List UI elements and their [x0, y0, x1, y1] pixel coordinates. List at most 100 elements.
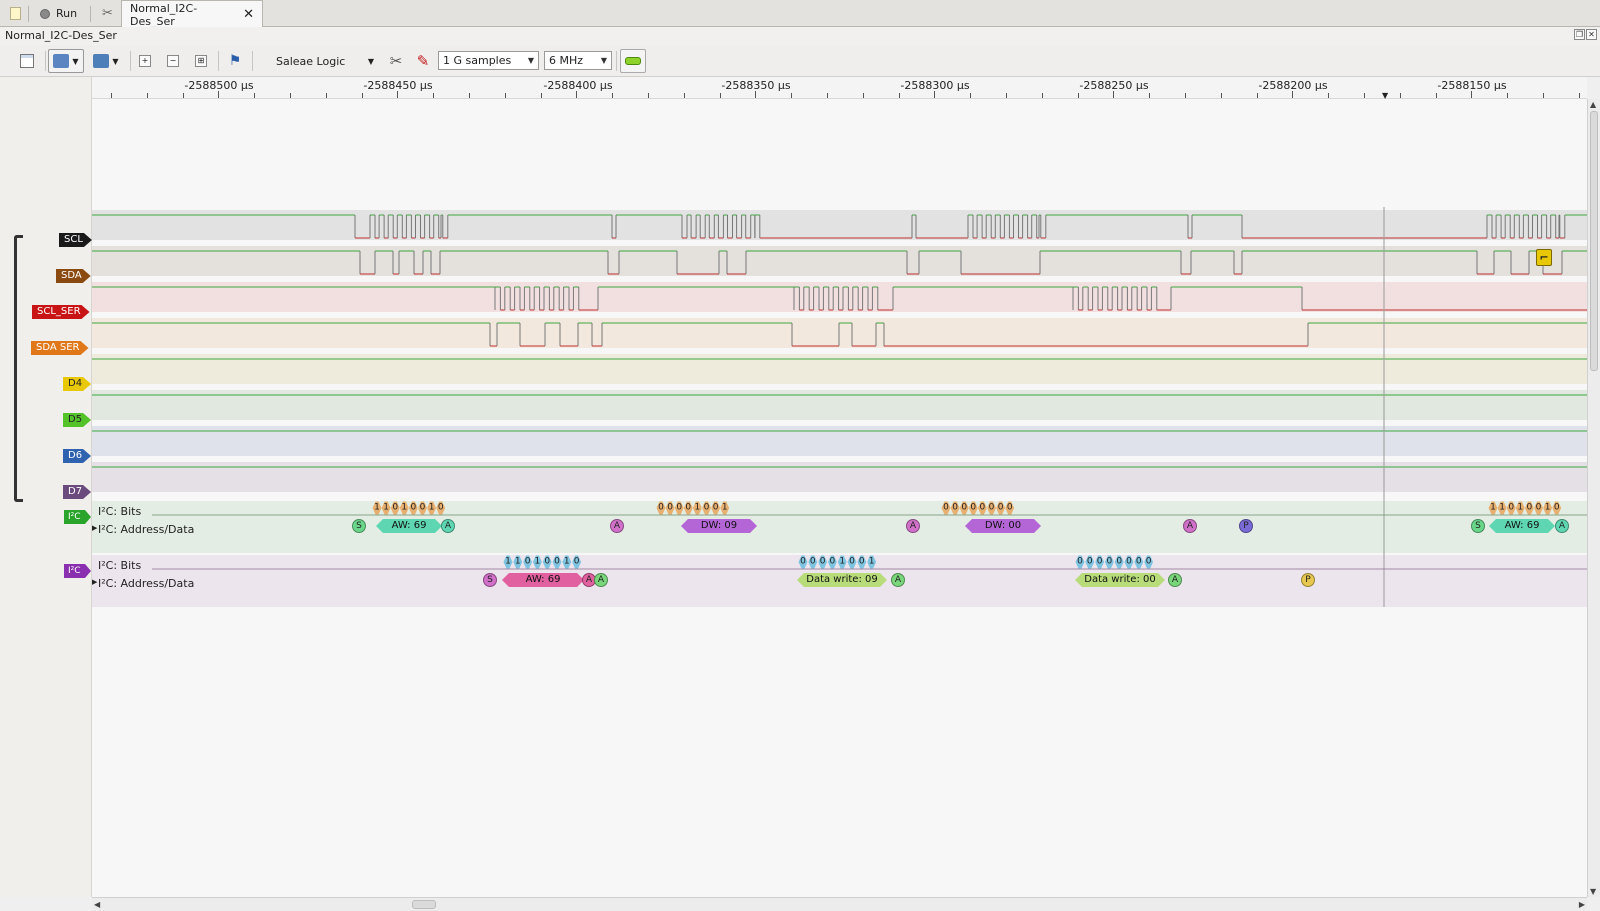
- channel-label-sda-ser[interactable]: SDA SER: [31, 341, 89, 355]
- session-title: Normal_I2C-Des_Ser: [0, 27, 1600, 45]
- ruler-tick: [612, 93, 614, 98]
- tab-session[interactable]: Normal_I2C-Des_Ser ✕: [121, 0, 263, 28]
- data-frame[interactable]: DW: 09: [681, 519, 757, 533]
- data-frame[interactable]: DW: 00: [965, 519, 1041, 533]
- data-frame[interactable]: Data write: 09: [797, 573, 887, 587]
- markers-button[interactable]: ⚑: [224, 49, 246, 73]
- ruler-tick: [361, 93, 363, 98]
- ack-marker[interactable]: A: [610, 519, 624, 533]
- open-icon: [53, 54, 70, 68]
- probe-button[interactable]: ✎: [412, 49, 434, 73]
- close-icon[interactable]: ✕: [243, 7, 254, 22]
- horizontal-scrollbar[interactable]: ◀ ▶: [92, 897, 1587, 911]
- ruler-tick: [576, 91, 578, 98]
- ack-marker[interactable]: A: [1555, 519, 1569, 533]
- analyzer-2-data-label: I²C: Address/Data: [98, 577, 195, 590]
- expand-arrow-icon[interactable]: ▶: [92, 524, 97, 532]
- ruler-tick: [469, 93, 470, 98]
- tools-icon: ✂: [102, 6, 113, 21]
- ruler-tick: [755, 91, 757, 98]
- ruler-tick: [1149, 93, 1151, 98]
- vertical-scroll-thumb[interactable]: [1590, 111, 1598, 371]
- data-frame[interactable]: Data write: 00: [1075, 573, 1165, 587]
- zoom-fit-button[interactable]: ⊞: [191, 49, 211, 73]
- ruler-tick: [1041, 93, 1043, 98]
- expand-arrow-icon[interactable]: ▶: [92, 578, 97, 586]
- device-name: Saleae Logic: [276, 54, 346, 68]
- start-marker[interactable]: S: [1471, 519, 1485, 533]
- tab-session-label: Normal_I2C-Des_Ser: [130, 1, 198, 28]
- horizontal-scroll-thumb[interactable]: [412, 900, 436, 909]
- ruler-tick: [290, 93, 291, 98]
- ruler-label: -2588400 µs: [543, 79, 613, 92]
- tab-new[interactable]: [2, 0, 29, 27]
- chevron-down-icon: ▼: [367, 56, 374, 66]
- samples-select[interactable]: 1 G samples ▼: [438, 51, 539, 70]
- ack-marker[interactable]: A: [1183, 519, 1197, 533]
- close-window-icon[interactable]: ✕: [1586, 29, 1597, 40]
- scroll-up-icon[interactable]: ▲: [1590, 100, 1596, 109]
- device-settings-icon: ✂: [389, 52, 403, 70]
- time-ruler[interactable]: -2588500 µs -2588450 µs -2588400 µs -258…: [92, 77, 1587, 100]
- chevron-down-icon: ▼: [72, 56, 79, 66]
- scroll-down-icon[interactable]: ▼: [1590, 887, 1596, 896]
- ruler-tick: [433, 93, 435, 98]
- trigger-button[interactable]: [620, 49, 646, 73]
- ack-marker[interactable]: A: [906, 519, 920, 533]
- ack-marker[interactable]: A: [891, 573, 905, 587]
- ruler-tick: [1507, 93, 1509, 98]
- address-frame[interactable]: AW: 69: [1489, 519, 1555, 533]
- tab-run-label: Run: [56, 7, 78, 20]
- start-marker[interactable]: S: [483, 573, 497, 587]
- ruler-tick: [1292, 91, 1294, 98]
- waveform-area[interactable]: I²C: Bits ▶ I²C: Address/Data I²C: Bits …: [92, 99, 1587, 897]
- ruler-tick: [683, 93, 685, 98]
- ruler-tick: [934, 91, 936, 98]
- rate-select[interactable]: 6 MHz ▼: [544, 51, 612, 70]
- waveform-traces: [92, 207, 1587, 607]
- device-select[interactable]: Saleae Logic ▼: [276, 49, 376, 73]
- channel-label-scl-ser[interactable]: SCL_SER: [32, 305, 90, 319]
- trigger-icon: [625, 57, 641, 65]
- ruler-tick: [1113, 91, 1115, 98]
- ruler-tick: [1471, 91, 1473, 98]
- zoom-out-button[interactable]: −: [163, 49, 183, 73]
- ruler-tick: [898, 93, 900, 98]
- ruler-label: -2588300 µs: [900, 79, 970, 92]
- trigger-edge-icon[interactable]: ⌐: [1536, 249, 1552, 266]
- ack-marker[interactable]: A: [594, 573, 608, 587]
- ruler-tick: [218, 91, 220, 98]
- tab-run[interactable]: Run: [32, 0, 85, 27]
- zoom-in-button[interactable]: +: [135, 49, 155, 73]
- ruler-tick: [827, 93, 828, 98]
- device-settings-button[interactable]: ✂: [385, 49, 407, 73]
- address-frame[interactable]: AW: 69: [376, 519, 442, 533]
- vertical-scrollbar[interactable]: ▲ ▼: [1587, 99, 1600, 897]
- stop-marker[interactable]: P: [1301, 573, 1315, 587]
- save-button[interactable]: ▼: [88, 49, 124, 73]
- address-frame[interactable]: AW: 69: [502, 573, 584, 587]
- ack-marker[interactable]: A: [441, 519, 455, 533]
- restore-icon[interactable]: ❐: [1574, 29, 1585, 40]
- toolbar: ▼ ▼ + − ⊞ ⚑ Saleae Logic ▼ ✂ ✎ 1 G sampl…: [0, 45, 1600, 77]
- ruler-tick: [1077, 93, 1079, 98]
- ack-marker[interactable]: A: [1168, 573, 1182, 587]
- scroll-right-icon[interactable]: ▶: [1579, 900, 1585, 909]
- ruler-label: -2588150 µs: [1437, 79, 1507, 92]
- ruler-tick: [862, 93, 864, 98]
- window-controls: ❐ ✕: [1574, 29, 1597, 40]
- open-button[interactable]: ▼: [48, 49, 84, 73]
- tab-bar: Run ✂ Normal_I2C-Des_Ser ✕: [0, 0, 1600, 28]
- new-button[interactable]: [16, 49, 38, 73]
- ruler-tick: [1220, 93, 1222, 98]
- ruler-tick: [111, 93, 112, 98]
- new-document-icon: [10, 7, 21, 20]
- stop-marker[interactable]: P: [1239, 519, 1253, 533]
- scroll-left-icon[interactable]: ◀: [94, 900, 100, 909]
- tab-tools[interactable]: ✂: [94, 0, 121, 27]
- ruler-tick: [1543, 93, 1544, 98]
- ruler-tick: [1435, 93, 1437, 98]
- ruler-tick: [504, 93, 506, 98]
- start-marker[interactable]: S: [352, 519, 366, 533]
- ruler-tick: [970, 93, 972, 98]
